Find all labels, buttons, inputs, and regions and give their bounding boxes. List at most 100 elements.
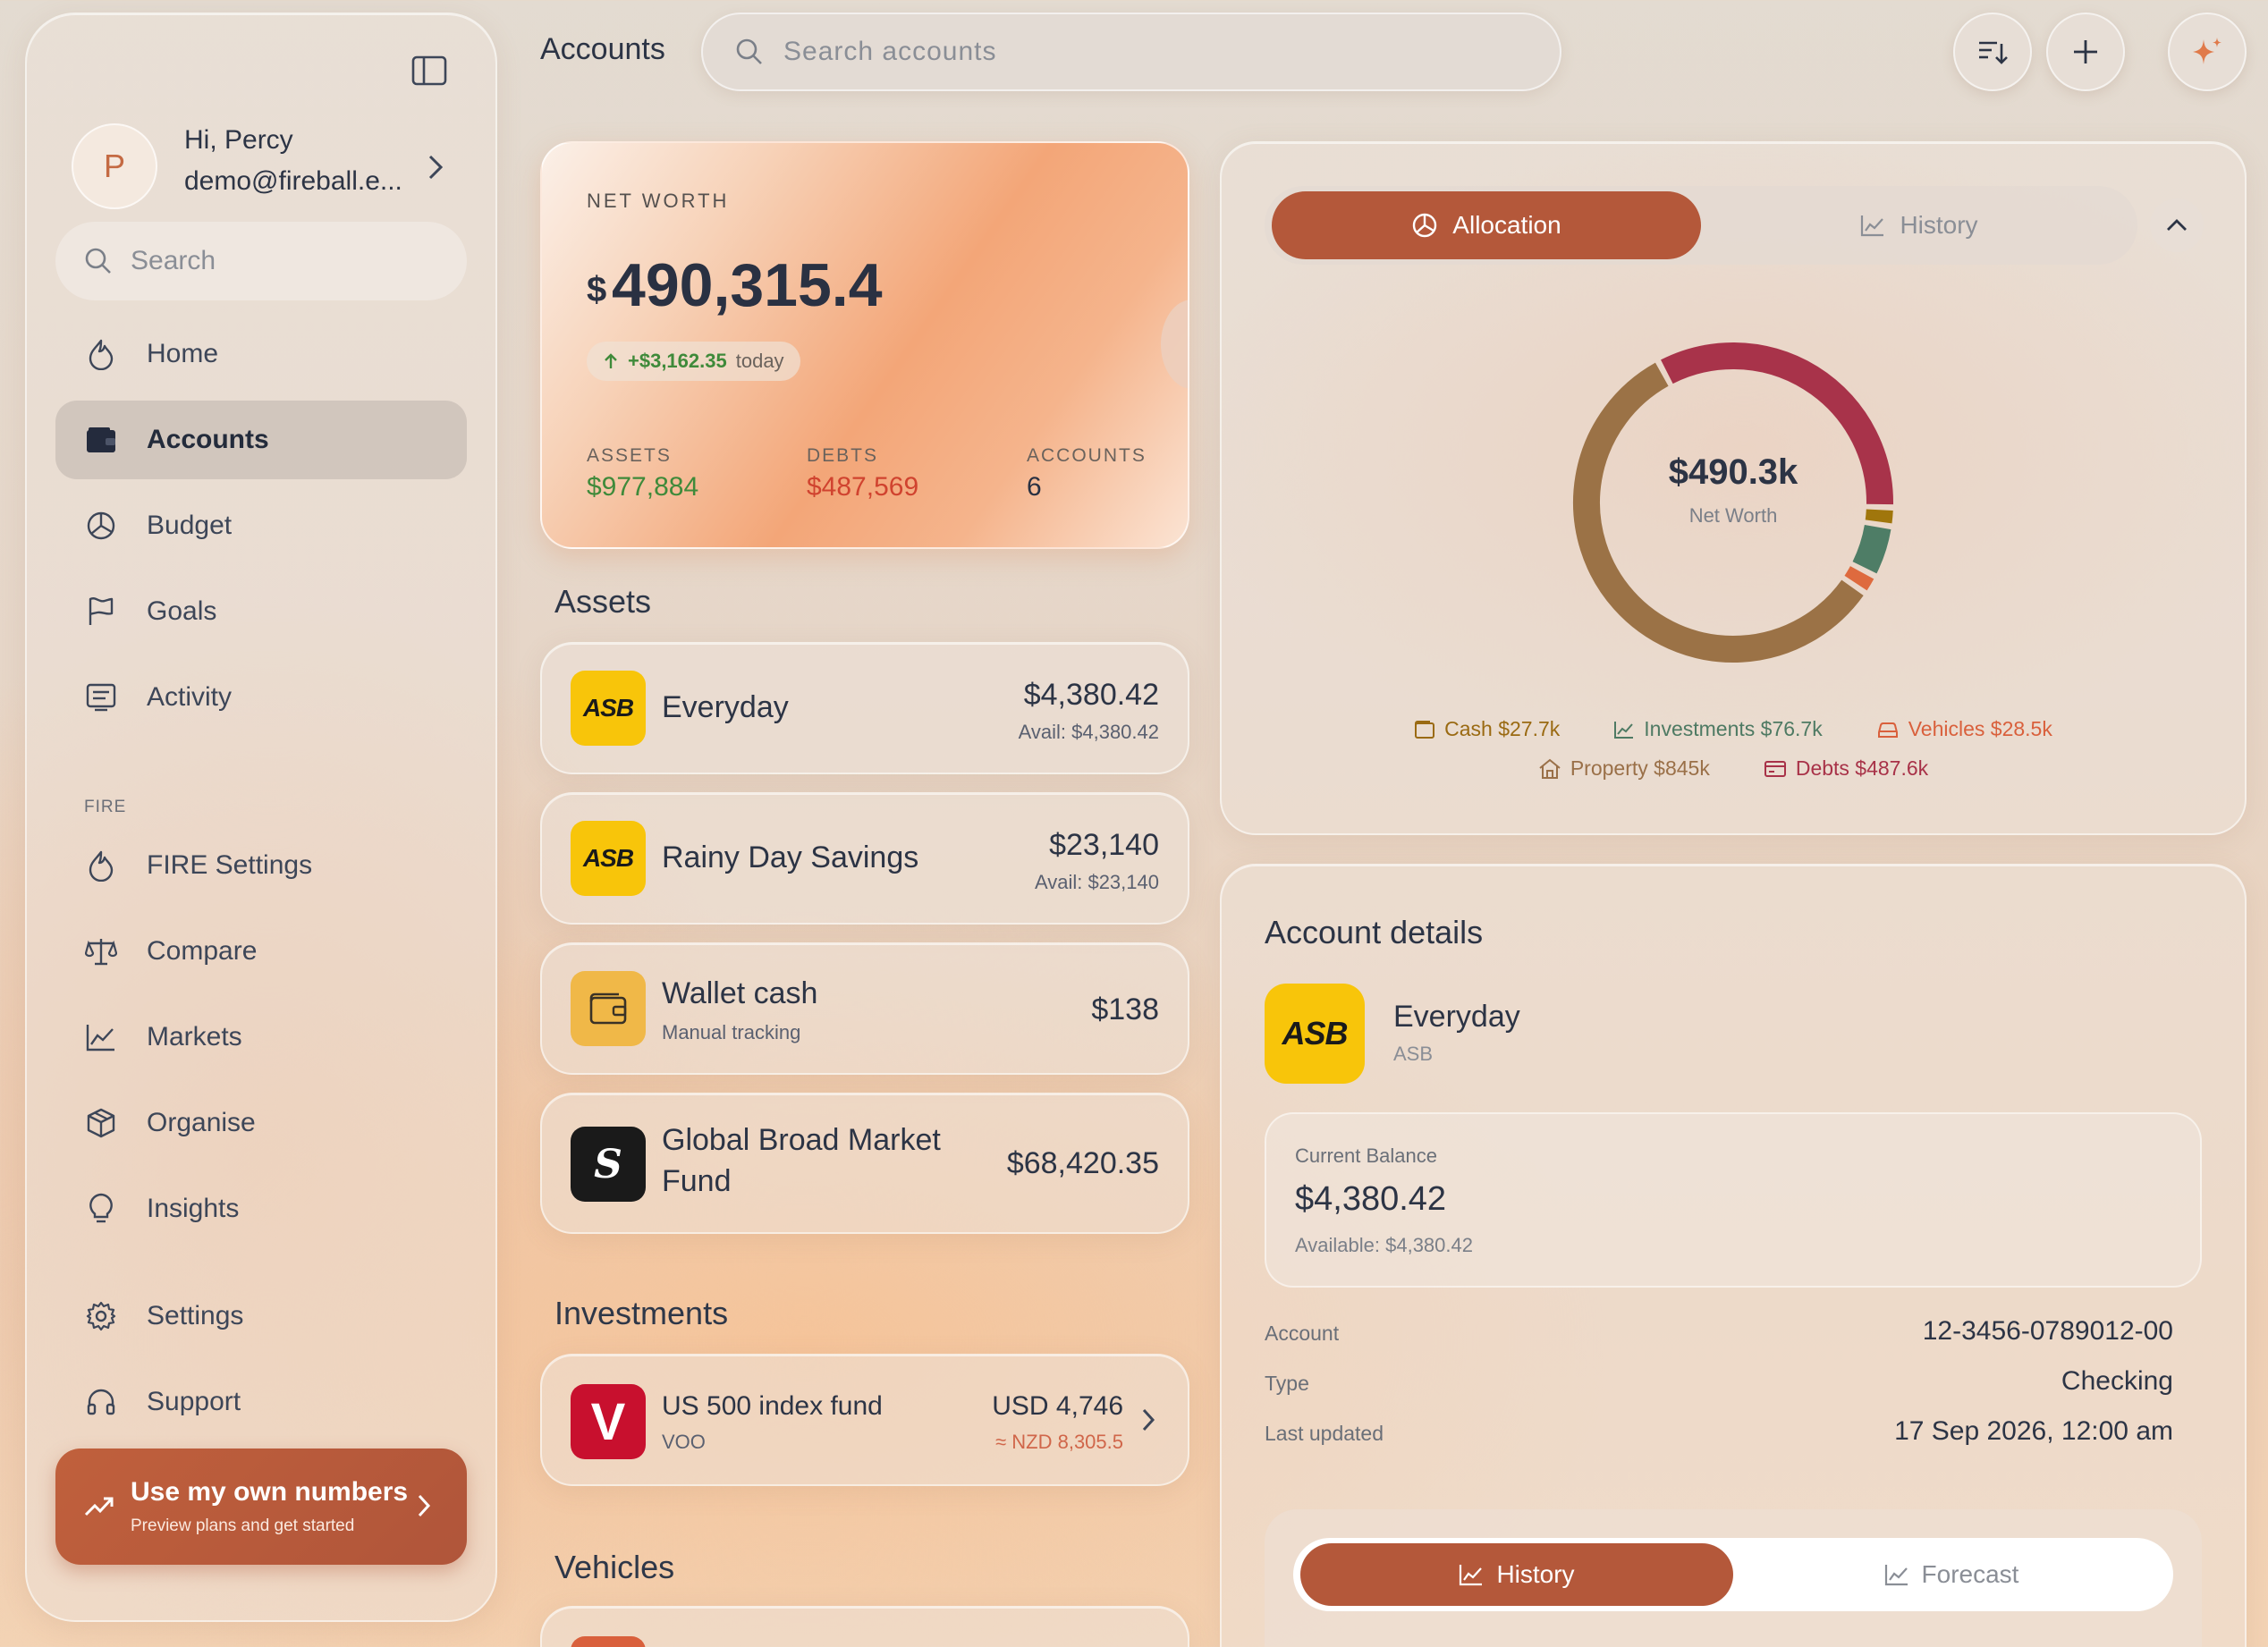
wallet-icon <box>1415 720 1435 739</box>
account-available: Avail: $4,380.42 <box>1018 721 1159 743</box>
pie-icon <box>87 511 115 540</box>
legend-cash-label: Cash $27.7k <box>1444 717 1561 740</box>
nav-item-insights[interactable]: Insights <box>55 1170 467 1248</box>
chart-icon <box>1614 721 1634 739</box>
tab-allocation[interactable]: Allocation <box>1272 191 1701 259</box>
collapse-panel-button[interactable] <box>2150 198 2204 252</box>
search-icon <box>85 248 111 274</box>
nav-item-settings[interactable]: Settings <box>55 1277 467 1356</box>
nav-item-fire-settings[interactable]: FIRE Settings <box>55 826 467 905</box>
box-icon <box>87 1108 115 1138</box>
tab-details-history-label: History <box>1496 1560 1575 1588</box>
nav-label-budget: Budget <box>147 511 233 540</box>
tab-details-forecast[interactable]: Forecast <box>1735 1543 2168 1606</box>
headset-icon <box>87 1389 115 1415</box>
house-icon <box>1539 758 1561 779</box>
nav-label-support: Support <box>147 1387 241 1416</box>
donut-segment-cash[interactable] <box>1865 509 1893 524</box>
tab-history[interactable]: History <box>1705 191 2134 259</box>
account-row-rainy-day-savings[interactable]: ASB Rainy Day Savings $23,140 Avail: $23… <box>540 792 1189 925</box>
plus-icon <box>2074 40 2097 63</box>
tab-allocation-label: Allocation <box>1452 211 1561 239</box>
nav-item-organise[interactable]: Organise <box>55 1084 467 1162</box>
allocation-legend-row-2: Property $845k Debts $487.6k <box>1220 756 2247 781</box>
account-row-wallet-cash[interactable]: Wallet cash Manual tracking $138 <box>540 942 1189 1075</box>
legend-cash: Cash $27.7k <box>1414 717 1560 741</box>
nav-label-organise: Organise <box>147 1108 256 1137</box>
chevron-right-icon <box>428 155 444 180</box>
legend-debts-label: Debts $487.6k <box>1795 756 1929 780</box>
allocation-donut-chart <box>1573 342 1893 663</box>
account-row-us-500-index-fund[interactable]: V US 500 index fund VOO USD 4,746 ≈ NZD … <box>540 1354 1189 1486</box>
collapse-sidebar-button[interactable] <box>411 55 447 86</box>
wallet-icon <box>589 992 627 1025</box>
flame-icon <box>89 850 114 882</box>
gear-icon <box>86 1301 116 1331</box>
net-worth-change: +$3,162.35 <box>628 350 727 372</box>
nav-item-goals[interactable]: Goals <box>55 572 467 651</box>
cta-subtitle: Preview plans and get started <box>131 1516 355 1535</box>
asb-logo-icon: ASB <box>571 671 646 746</box>
nav-item-budget[interactable]: Budget <box>55 486 467 565</box>
sort-button[interactable] <box>1953 13 2032 91</box>
nav-label-accounts: Accounts <box>147 425 269 454</box>
account-row-everyday[interactable]: ASB Everyday $4,380.42 Avail: $4,380.42 <box>540 642 1189 774</box>
fund-logo-icon: S <box>571 1127 646 1202</box>
account-name: US 500 index fund <box>662 1391 883 1421</box>
nav-label-settings: Settings <box>147 1301 244 1330</box>
user-greeting: Hi, Percy <box>184 125 293 155</box>
user-profile[interactable]: P Hi, Percy demo@fireball.e... <box>72 123 444 209</box>
legend-property: Property $845k <box>1538 756 1710 781</box>
donut-segment-vehicles[interactable] <box>1844 566 1874 591</box>
accounts-search-input[interactable]: Search accounts <box>701 13 1561 91</box>
user-email: demo@fireball.e... <box>184 166 402 196</box>
net-worth-change-suffix: today <box>735 350 784 372</box>
flag-icon <box>89 597 114 625</box>
vehicles-section-title: Vehicles <box>554 1549 675 1585</box>
net-worth-label: NET WORTH <box>587 190 730 212</box>
sidebar-search-placeholder: Search <box>131 246 216 275</box>
nav-item-markets[interactable]: Markets <box>55 998 467 1077</box>
nav-item-activity[interactable]: Activity <box>55 658 467 737</box>
wallet-icon <box>87 427 115 452</box>
vanguard-logo-icon: V <box>571 1384 646 1459</box>
account-details-title: Account details <box>1265 914 1484 950</box>
account-name: Rainy Day Savings <box>662 840 919 874</box>
nav-item-compare[interactable]: Compare <box>55 912 467 991</box>
arrow-up-icon <box>605 353 617 368</box>
nav-item-accounts[interactable]: Accounts <box>55 401 467 479</box>
account-name: Wallet cash <box>662 976 818 1010</box>
scale-icon <box>85 939 117 966</box>
account-balance: $23,140 <box>1049 828 1159 862</box>
sidebar-search[interactable]: Search <box>55 222 467 300</box>
chart-icon <box>86 1025 114 1052</box>
ai-assistant-button[interactable] <box>2168 13 2247 91</box>
account-row-vehicle[interactable] <box>540 1606 1189 1647</box>
account-row-global-broad-market-fund[interactable]: S Global Broad Market Fund $68,420.35 <box>540 1093 1189 1234</box>
tab-details-history[interactable]: History <box>1300 1543 1733 1606</box>
use-own-numbers-button[interactable]: Use my own numbers Preview plans and get… <box>55 1449 467 1565</box>
legend-investments: Investments $76.7k <box>1613 717 1823 741</box>
nav-item-support[interactable]: Support <box>55 1363 467 1441</box>
chevron-right-icon <box>1142 1408 1155 1432</box>
account-name-line2: Fund <box>662 1164 732 1198</box>
account-balance: $138 <box>1091 992 1159 1026</box>
net-worth-value: 490,315.4 <box>612 251 883 319</box>
allocation-legend-row-1: Cash $27.7k Investments $76.7k Vehicles … <box>1220 717 2247 741</box>
legend-investments-label: Investments $76.7k <box>1644 717 1823 740</box>
add-account-button[interactable] <box>2046 13 2125 91</box>
detail-label-last-updated: Last updated <box>1265 1422 1384 1445</box>
assets-total: $977,884 <box>587 472 699 502</box>
chart-icon <box>1861 215 1884 237</box>
avatar: P <box>72 123 157 209</box>
net-worth-currency: $ <box>587 270 607 309</box>
donut-segment-investments[interactable] <box>1852 524 1891 574</box>
tab-details-forecast-label: Forecast <box>1921 1560 2019 1588</box>
sort-icon <box>1979 41 2008 64</box>
cta-title: Use my own numbers <box>131 1477 409 1507</box>
chevron-up-icon <box>2167 219 2187 231</box>
nav-label-compare: Compare <box>147 936 258 966</box>
nav-label-fire-settings: FIRE Settings <box>147 850 313 880</box>
nav-item-home[interactable]: Home <box>55 315 467 393</box>
chart-icon <box>1460 1565 1483 1586</box>
